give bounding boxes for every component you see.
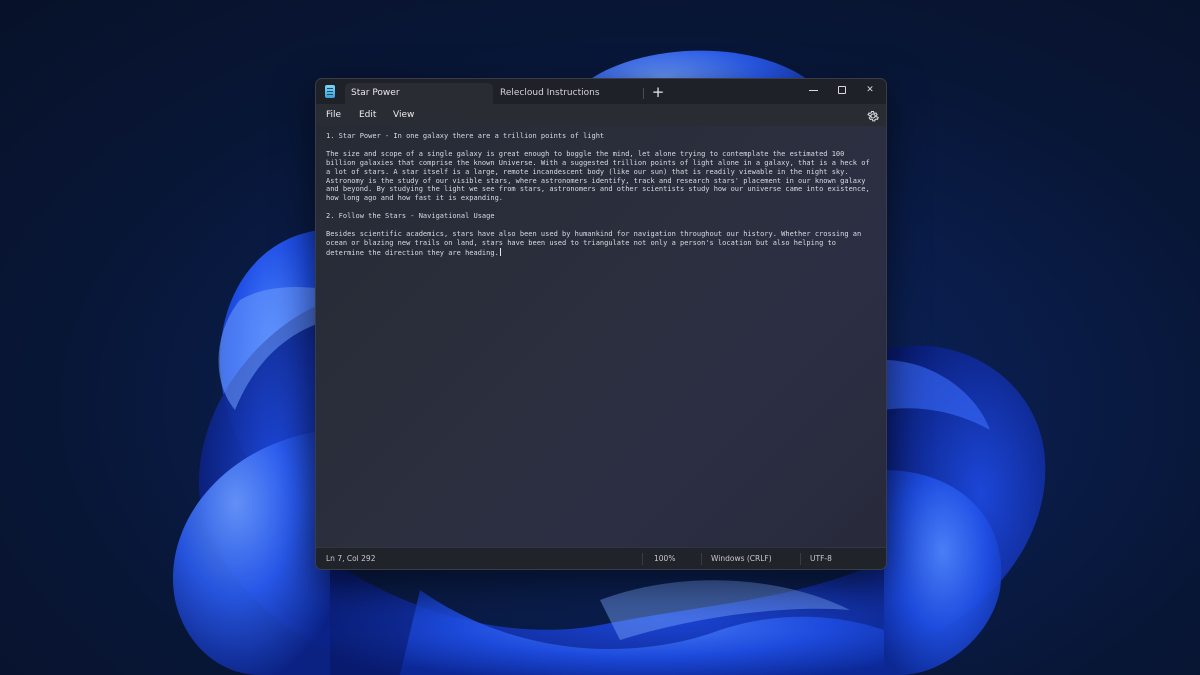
menu-edit[interactable]: Edit	[359, 108, 376, 122]
tab-relecloud-instructions[interactable]: Relecloud Instructions	[494, 83, 644, 104]
plus-icon: +	[651, 83, 665, 101]
text-caret	[499, 247, 501, 256]
paragraph: The size and scope of a single galaxy is…	[326, 149, 870, 203]
menu-file[interactable]: File	[326, 108, 341, 122]
status-divider	[800, 553, 801, 565]
encoding[interactable]: UTF-8	[810, 554, 832, 564]
tab-label: Relecloud Instructions	[500, 88, 600, 98]
status-divider	[642, 553, 643, 565]
close-icon: ✕	[866, 85, 874, 95]
minimize-button[interactable]	[800, 81, 828, 99]
menu-view[interactable]: View	[393, 108, 414, 122]
line-ending[interactable]: Windows (CRLF)	[711, 554, 772, 564]
tab-star-power[interactable]: Star Power	[345, 83, 493, 104]
heading-line: 1. Star Power - In one galaxy there are …	[326, 132, 605, 140]
maximize-button[interactable]	[828, 81, 856, 99]
paragraph: Besides scientific academics, stars have…	[326, 229, 862, 257]
notepad-app-icon	[325, 85, 335, 98]
close-button[interactable]: ✕	[856, 81, 884, 99]
menu-bar: File Edit View	[316, 104, 886, 126]
zoom-level[interactable]: 100%	[654, 554, 675, 564]
status-divider	[701, 553, 702, 565]
text-editor[interactable]: 1. Star Power - In one galaxy there are …	[326, 132, 878, 258]
desktop: Star Power Relecloud Instructions + ✕ Fi…	[0, 0, 1200, 675]
paragraph-with-caret: Besides scientific academics, stars have…	[326, 230, 878, 258]
new-tab-button[interactable]: +	[649, 84, 667, 102]
gear-icon	[867, 110, 879, 122]
cursor-position: Ln 7, Col 292	[326, 554, 376, 563]
title-bar[interactable]: Star Power Relecloud Instructions + ✕	[316, 79, 886, 104]
heading-line: 2. Follow the Stars - Navigational Usage	[326, 212, 495, 221]
maximize-icon	[838, 86, 846, 94]
tab-divider	[643, 88, 644, 99]
tab-label: Star Power	[351, 88, 400, 98]
settings-button[interactable]	[866, 108, 880, 122]
minimize-icon	[809, 90, 818, 91]
notepad-window: Star Power Relecloud Instructions + ✕ Fi…	[315, 78, 887, 570]
status-bar: Ln 7, Col 292 100% Windows (CRLF) UTF-8	[316, 547, 886, 569]
